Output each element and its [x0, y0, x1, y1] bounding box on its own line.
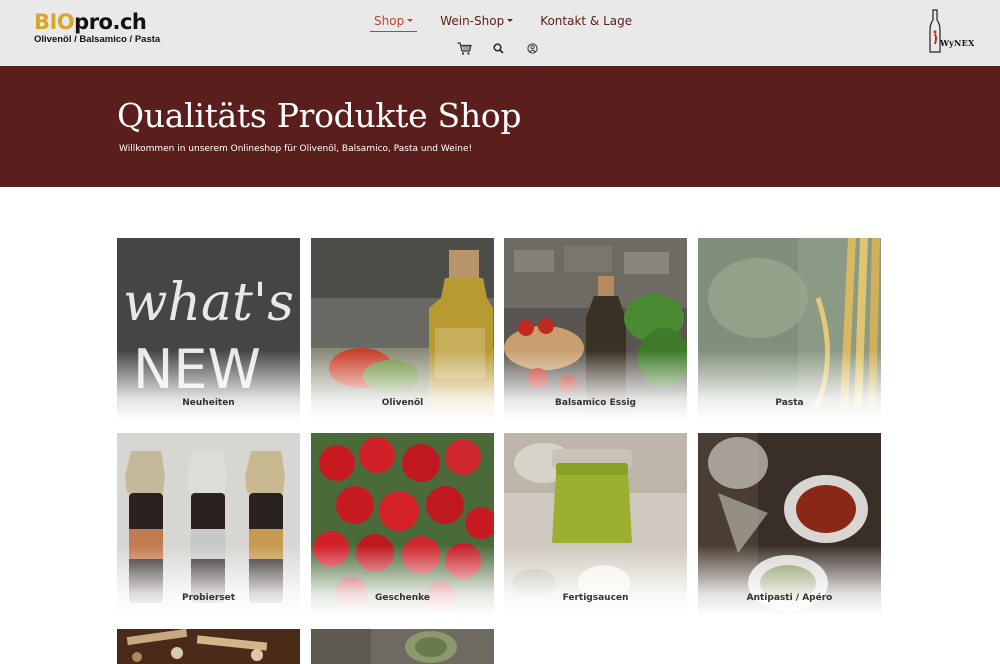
category-label: Geschenke	[375, 593, 430, 603]
page-title: Qualitäts Produkte Shop	[117, 96, 522, 135]
search-icon[interactable]	[490, 40, 506, 56]
main-nav: Shop Wein-Shop Kontakt & Lage	[370, 10, 655, 32]
category-tile-probierset[interactable]: Probierset	[117, 433, 300, 615]
chalk-whats-text: what's	[123, 273, 294, 333]
category-tile-olivenoel[interactable]: Olivenöl	[311, 238, 494, 420]
category-tile-geschenke[interactable]: Geschenke	[311, 433, 494, 615]
category-label: Pasta	[775, 398, 804, 408]
category-label: Fertigsaucen	[562, 593, 629, 603]
nav-icon-row	[456, 40, 558, 56]
logo-tagline: Olivenöl / Balsamico / Pasta	[34, 34, 161, 45]
nav-item-shop[interactable]: Shop	[370, 10, 418, 32]
category-label: Balsamico Essig	[555, 398, 636, 408]
chevron-down-icon	[407, 19, 414, 22]
logo-pro-text: pro.ch	[74, 10, 147, 34]
category-tile-balsamico[interactable]: Balsamico Essig	[504, 238, 687, 420]
site-logo[interactable]: BIOpro.ch Olivenöl / Balsamico / Pasta	[34, 10, 164, 50]
wynex-text: WyNEX	[940, 38, 975, 48]
hero-banner: Qualitäts Produkte Shop Willkommen in un…	[0, 66, 1000, 187]
logo-bio-text: BIO	[34, 10, 75, 34]
category-tile-wine[interactable]	[117, 629, 300, 664]
wynex-partner-logo[interactable]: WyNEX	[926, 8, 988, 54]
category-label: Antipasti / Apéro	[746, 593, 833, 603]
herbs-jar-image	[311, 629, 494, 664]
category-tile-pasta[interactable]: Pasta	[698, 238, 881, 420]
nav-item-wein-shop[interactable]: Wein-Shop	[436, 10, 517, 32]
category-tile-fertigsaucen[interactable]: Fertigsaucen	[504, 433, 687, 615]
site-header: BIOpro.ch Olivenöl / Balsamico / Pasta S…	[0, 0, 1000, 66]
chevron-down-icon	[507, 19, 514, 22]
category-label: Neuheiten	[182, 398, 235, 408]
category-label: Olivenöl	[381, 398, 424, 408]
category-tile-antipasti[interactable]: Antipasti / Apéro	[698, 433, 881, 615]
nav-item-kontakt[interactable]: Kontakt & Lage	[536, 10, 636, 32]
category-tile-herbs[interactable]	[311, 629, 494, 664]
account-icon[interactable]	[524, 40, 540, 56]
category-tile-neuheiten[interactable]: what's NEW Neuheiten	[117, 238, 300, 420]
category-label: Probierset	[181, 593, 236, 603]
page-subtitle: Willkommen in unserem Onlineshop für Oli…	[119, 144, 473, 154]
cart-icon[interactable]	[456, 40, 472, 56]
wine-rack-image	[117, 629, 300, 664]
